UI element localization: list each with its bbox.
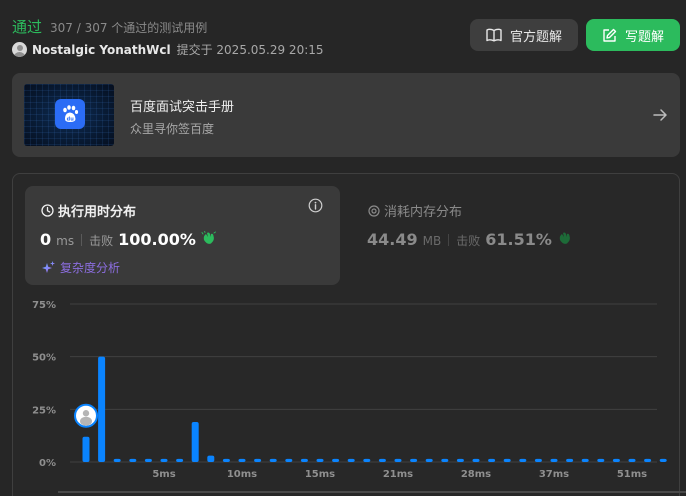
chart-x-tick-label: 28ms (461, 469, 491, 480)
chart-bar (176, 458, 184, 462)
chart-bar (144, 458, 152, 462)
chart-bar (378, 458, 386, 462)
chart-bar (566, 458, 574, 462)
chart-bar (363, 458, 371, 462)
chart-x-tick-label: 15ms (305, 469, 335, 480)
chart-bar (456, 458, 464, 462)
chart-bar (347, 458, 355, 462)
chart-bar (612, 458, 620, 462)
chart-bar (581, 458, 589, 462)
chart-bar (597, 458, 605, 462)
chart-bar (332, 458, 340, 462)
user-avatar-body (80, 416, 92, 426)
chart-bar (113, 458, 121, 462)
chart-bar (129, 458, 137, 462)
chart-x-tick-label: 10ms (227, 469, 257, 480)
chart-bar (410, 458, 418, 462)
chart-bar (98, 356, 106, 462)
chart-bar (254, 458, 262, 462)
chart-y-tick-label: 50% (32, 353, 56, 364)
chart-bar (534, 458, 542, 462)
chart-bar (472, 458, 480, 462)
chart-bar (644, 458, 652, 462)
chart-bar (269, 458, 277, 462)
chart-bar (207, 455, 215, 462)
runtime-distribution-chart[interactable]: 75% 50% 25% 0% 5ms 10ms 15ms 21ms 28ms 37ms 51ms (0, 0, 686, 496)
chart-bar (82, 436, 90, 462)
chart-bar (659, 458, 667, 462)
chart-bar (160, 458, 168, 462)
chart-bar (519, 458, 527, 462)
chart-y-tick-label: 25% (32, 405, 56, 416)
user-avatar-head (82, 410, 90, 417)
chart-y-tick-label: 0% (39, 458, 56, 469)
chart-bar (222, 458, 230, 462)
chart-bar (285, 458, 293, 462)
chart-bar (300, 458, 308, 462)
chart-x-tick-label: 21ms (383, 469, 413, 480)
chart-bar (316, 458, 324, 462)
chart-x-tick-label: 51ms (617, 469, 647, 480)
chart-bar (628, 458, 636, 462)
chart-bar (503, 458, 511, 462)
chart-bar (238, 458, 246, 462)
chart-bar (394, 458, 402, 462)
chart-x-tick-label: 37ms (539, 469, 569, 480)
chart-bar (550, 458, 558, 462)
chart-bar (191, 421, 199, 462)
chart-bar (441, 458, 449, 462)
chart-bar (488, 458, 496, 462)
chart-y-tick-label: 75% (32, 300, 56, 311)
chart-x-tick-label: 5ms (152, 469, 175, 480)
chart-bar (425, 458, 433, 462)
